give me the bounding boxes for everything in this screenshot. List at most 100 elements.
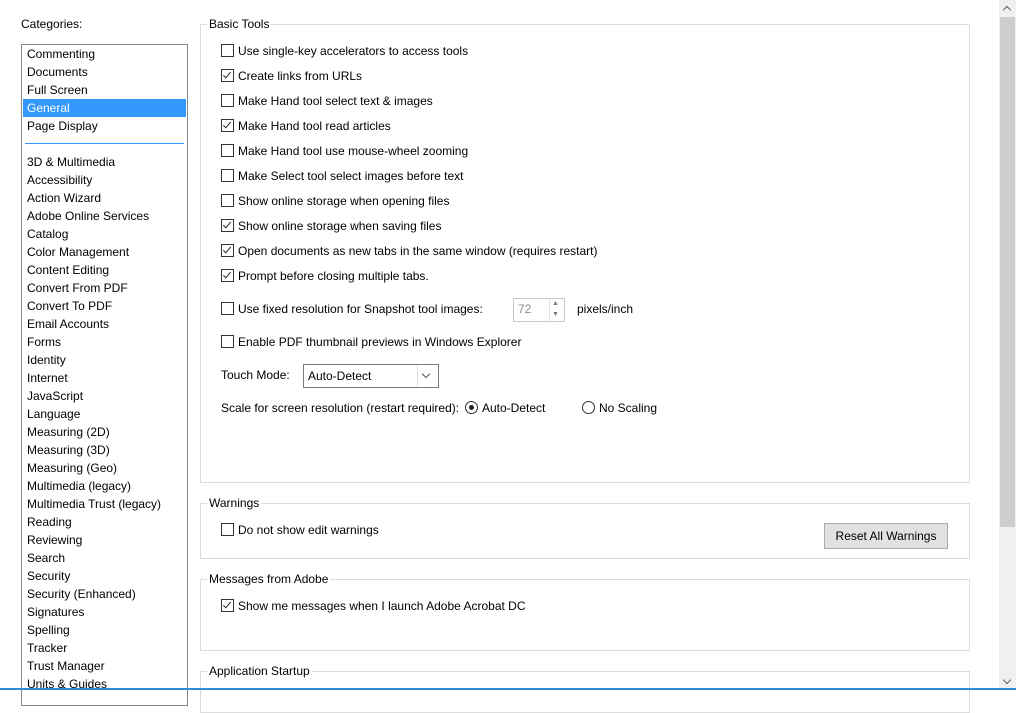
checkbox-checked[interactable]	[221, 244, 234, 257]
vertical-scrollbar[interactable]	[999, 0, 1016, 690]
category-item[interactable]: Language	[23, 405, 186, 423]
category-item[interactable]: Full Screen	[23, 81, 186, 99]
basic-tools-option[interactable]: Show online storage when saving files	[221, 218, 441, 234]
option-label: Prompt before closing multiple tabs.	[238, 269, 429, 283]
reset-all-warnings-button[interactable]: Reset All Warnings	[824, 523, 948, 549]
category-item[interactable]: Forms	[23, 333, 186, 351]
category-item[interactable]: Commenting	[23, 45, 186, 63]
category-item[interactable]: Color Management	[23, 243, 186, 261]
basic-tools-option[interactable]: Make Select tool select images before te…	[221, 168, 463, 184]
category-item[interactable]: Security	[23, 567, 186, 585]
categories-list[interactable]: Commenting Documents Full Screen General Pag…	[21, 44, 188, 706]
category-item[interactable]: Spelling	[23, 621, 186, 639]
basic-tools-option[interactable]: Create links from URLs	[221, 68, 362, 84]
no-scaling-radio[interactable]	[582, 401, 595, 414]
checkbox-checked[interactable]	[221, 119, 234, 132]
checkbox-checked[interactable]	[221, 269, 234, 282]
category-item[interactable]: Adobe Online Services	[23, 207, 186, 225]
warnings-label: Warnings	[207, 496, 262, 510]
spinner-up-icon[interactable]: ▲	[552, 300, 559, 308]
option-label: Make Hand tool read articles	[238, 119, 391, 133]
checkbox-unchecked[interactable]	[221, 194, 234, 207]
scroll-thumb[interactable]	[1000, 17, 1015, 527]
thumbnail-label: Enable PDF thumbnail previews in Windows…	[238, 335, 522, 349]
auto-detect-label: Auto-Detect	[482, 401, 546, 415]
no-scaling-label: No Scaling	[599, 401, 658, 415]
checkbox-checked[interactable]	[221, 219, 234, 232]
basic-tools-option[interactable]: Make Hand tool read articles	[221, 118, 391, 134]
checkbox-unchecked[interactable]	[221, 144, 234, 157]
category-item[interactable]: Multimedia Trust (legacy)	[23, 495, 186, 513]
category-item[interactable]: Identity	[23, 351, 186, 369]
category-item[interactable]: Catalog	[23, 225, 186, 243]
category-item[interactable]: Measuring (Geo)	[23, 459, 186, 477]
spinner-buttons[interactable]: ▲ ▼	[549, 299, 564, 321]
category-item[interactable]: Action Wizard	[23, 189, 186, 207]
category-item[interactable]: Security (Enhanced)	[23, 585, 186, 603]
category-item[interactable]: Internet	[23, 369, 186, 387]
category-item[interactable]: Search	[23, 549, 186, 567]
thumbnail-preview-option[interactable]: Enable PDF thumbnail previews in Windows…	[221, 334, 521, 350]
category-item[interactable]: Convert From PDF	[23, 279, 186, 297]
option-label: Show online storage when saving files	[238, 219, 442, 233]
category-item[interactable]: Page Display	[23, 117, 186, 135]
snapshot-resolution-value[interactable]: 72	[518, 302, 531, 316]
category-item[interactable]: Signatures	[23, 603, 186, 621]
category-item[interactable]: Measuring (3D)	[23, 441, 186, 459]
option-label: Open documents as new tabs in the same w…	[238, 244, 598, 258]
basic-tools-option[interactable]: Open documents as new tabs in the same w…	[221, 243, 598, 259]
basic-tools-option[interactable]: Prompt before closing multiple tabs.	[221, 268, 429, 284]
snapshot-label: Use fixed resolution for Snapshot tool i…	[238, 302, 483, 316]
edit-warnings-label: Do not show edit warnings	[238, 523, 379, 537]
basic-tools-option[interactable]: Make Hand tool use mouse-wheel zooming	[221, 143, 468, 159]
checkbox-unchecked[interactable]	[221, 94, 234, 107]
startup-label: Application Startup	[207, 664, 312, 678]
dropdown-chevron-icon[interactable]	[417, 365, 438, 387]
scroll-up-icon[interactable]	[999, 0, 1016, 17]
category-item[interactable]: Accessibility	[23, 171, 186, 189]
basic-tools-option[interactable]: Show online storage when opening files	[221, 193, 449, 209]
category-item[interactable]: 3D & Multimedia	[23, 153, 186, 171]
category-item[interactable]: Measuring (2D)	[23, 423, 186, 441]
messages-group	[200, 579, 970, 651]
category-item[interactable]: Content Editing	[23, 261, 186, 279]
snapshot-unit: pixels/inch	[577, 302, 634, 316]
category-item[interactable]: Convert To PDF	[23, 297, 186, 315]
option-label: Show online storage when opening files	[238, 194, 450, 208]
touch-mode-label: Touch Mode:	[221, 368, 290, 382]
edit-warnings-option[interactable]: Do not show edit warnings	[221, 522, 379, 538]
category-item[interactable]: Email Accounts	[23, 315, 186, 333]
category-item[interactable]: Documents	[23, 63, 186, 81]
category-item[interactable]: Multimedia (legacy)	[23, 477, 186, 495]
auto-detect-radio[interactable]	[465, 401, 478, 414]
category-item[interactable]: Trust Manager	[23, 657, 186, 675]
category-item[interactable]: Reviewing	[23, 531, 186, 549]
option-label: Make Select tool select images before te…	[238, 169, 464, 183]
category-item[interactable]: Units & Guides	[23, 675, 186, 693]
option-label: Make Hand tool select text & images	[238, 94, 433, 108]
snapshot-checkbox[interactable]	[221, 302, 234, 315]
category-item[interactable]: Reading	[23, 513, 186, 531]
edit-warnings-checkbox[interactable]	[221, 523, 234, 536]
checkbox-checked[interactable]	[221, 69, 234, 82]
scale-auto-detect-option[interactable]: Auto-Detect	[465, 400, 545, 416]
basic-tools-option[interactable]: Make Hand tool select text & images	[221, 93, 433, 109]
checkbox-unchecked[interactable]	[221, 169, 234, 182]
touch-mode-select[interactable]: Auto-Detect	[303, 364, 439, 388]
basic-tools-option[interactable]: Use single-key accelerators to access to…	[221, 43, 468, 59]
startup-group	[200, 671, 970, 713]
adobe-messages-option[interactable]: Show me messages when I launch Adobe Acr…	[221, 598, 526, 614]
thumbnail-checkbox[interactable]	[221, 335, 234, 348]
checkbox-unchecked[interactable]	[221, 44, 234, 57]
snapshot-resolution-spinner[interactable]: 72 ▲ ▼	[513, 298, 565, 322]
category-item[interactable]: Tracker	[23, 639, 186, 657]
option-label: Create links from URLs	[238, 69, 363, 83]
spinner-down-icon[interactable]: ▼	[552, 311, 559, 319]
option-label: Use single-key accelerators to access to…	[238, 44, 469, 58]
adobe-messages-checkbox[interactable]	[221, 599, 234, 612]
snapshot-resolution-option[interactable]: Use fixed resolution for Snapshot tool i…	[221, 301, 483, 317]
basic-tools-label: Basic Tools	[207, 17, 272, 31]
scale-no-scaling-option[interactable]: No Scaling	[582, 400, 657, 416]
category-item[interactable]: JavaScript	[23, 387, 186, 405]
category-item[interactable]: General	[23, 99, 186, 117]
